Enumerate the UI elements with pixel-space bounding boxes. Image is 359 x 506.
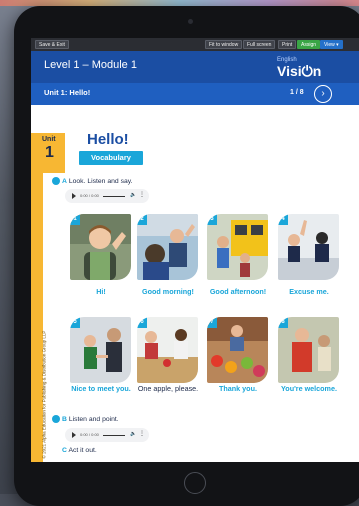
audio-track-icon-b[interactable] (52, 415, 60, 423)
next-page-icon[interactable]: › (314, 85, 332, 103)
more-options-icon[interactable]: ⋮ (139, 430, 145, 437)
card-6-caption: One apple, please. (137, 384, 199, 393)
vocab-card-1[interactable]: 1 (70, 214, 131, 280)
card-5-number: 5 (70, 317, 80, 328)
vocab-card-5[interactable]: 5 (70, 317, 131, 383)
card-7-number: 7 (207, 317, 217, 328)
vocab-card-3[interactable]: 3 (207, 214, 268, 280)
exercise-a-instruction: A Look. Listen and say. (62, 178, 133, 185)
more-options-icon[interactable]: ⋮ (139, 191, 145, 198)
full-screen-button[interactable]: Full screen (243, 40, 276, 49)
save-exit-button[interactable]: Save & Exit (35, 40, 69, 49)
exercise-a-text: Look. Listen and say. (68, 178, 133, 185)
audio-track-icon[interactable] (52, 177, 60, 185)
card-5-caption: Nice to meet you. (71, 384, 131, 393)
card-7-caption: Thank you. (219, 384, 257, 393)
card-1-number: 1 (70, 214, 80, 225)
section-tag: Vocabulary (79, 151, 143, 165)
play-icon[interactable] (72, 193, 76, 199)
fit-window-button[interactable]: Fit to window (205, 40, 243, 49)
page-heading: Hello! (87, 131, 129, 148)
exercise-c-letter: C (62, 447, 67, 454)
vocab-card-2[interactable]: 2 (137, 214, 198, 280)
vocab-card-7[interactable]: 7 (207, 317, 268, 383)
card-4-caption: Excuse me. (289, 287, 329, 296)
card-3-number: 3 (207, 214, 217, 225)
card-8-caption: You're welcome. (281, 384, 337, 393)
camera-icon (188, 19, 193, 24)
unit-number: 1 (45, 144, 54, 161)
audio-progress-bar[interactable] (103, 195, 125, 197)
card-2-caption: Good morning! (142, 287, 194, 296)
exercise-c-text: Act it out. (68, 447, 97, 454)
vocab-card-8[interactable]: 8 (278, 317, 339, 383)
app-screen: Save & Exit Fit to window Full screen Pr… (31, 38, 359, 462)
home-button[interactable] (184, 472, 206, 494)
vocab-card-6[interactable]: 6 (137, 317, 198, 383)
module-title: Level 1 – Module 1 (44, 59, 137, 71)
exercise-b-text: Listen and point. (68, 416, 119, 423)
exercise-b-instruction: B Listen and point. (62, 416, 119, 423)
vocab-card-4[interactable]: 4 (278, 214, 339, 280)
audio-progress-bar[interactable] (103, 434, 125, 436)
card-3-caption: Good afternoon! (209, 287, 267, 296)
card-6-number: 6 (137, 317, 147, 328)
audio-player-a[interactable]: 0:00 / 0:00 🔈 ⋮ (65, 189, 149, 203)
exercise-a-letter: A (62, 178, 67, 185)
copyright-text: © 2021 Alpha Education for Publishing & … (41, 330, 47, 459)
unit-label: Unit (42, 136, 56, 143)
volume-icon[interactable]: 🔈 (130, 431, 136, 437)
card-2-number: 2 (137, 214, 147, 225)
brand-logo: Visi⏻n (277, 63, 322, 79)
top-toolbar: Save & Exit Fit to window Full screen Pr… (31, 38, 359, 51)
exercise-b-letter: B (62, 416, 67, 423)
audio-player-b[interactable]: 0:00 / 0:00 🔈 ⋮ (65, 428, 149, 442)
page-indicator: 1 / 8 (290, 89, 304, 96)
play-icon[interactable] (72, 432, 76, 438)
unit-title: Unit 1: Hello! (44, 88, 91, 97)
volume-icon[interactable]: 🔈 (130, 192, 136, 198)
audio-time: 0:00 / 0:00 (80, 193, 99, 198)
print-button[interactable]: Print (278, 40, 297, 49)
card-4-number: 4 (278, 214, 288, 225)
card-1-caption: Hi! (96, 287, 106, 296)
audio-time: 0:00 / 0:00 (80, 432, 99, 437)
assign-button[interactable]: Assign (297, 40, 321, 49)
exercise-c-instruction: C Act it out. (62, 447, 97, 454)
card-8-number: 8 (278, 317, 288, 328)
view-dropdown[interactable]: View ▾ (320, 40, 343, 49)
